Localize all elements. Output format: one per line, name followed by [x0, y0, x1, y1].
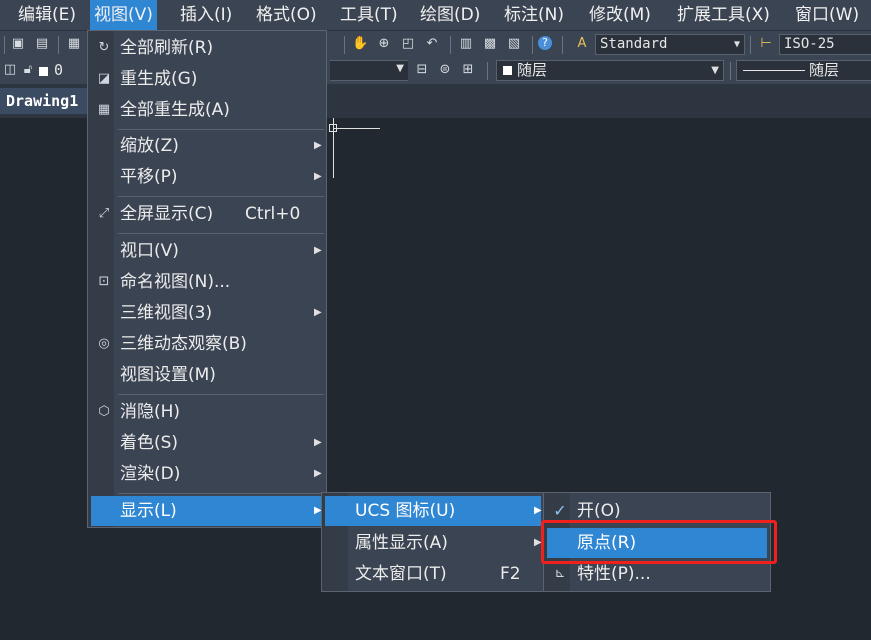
layer-previous-icon[interactable]: ⊟	[414, 62, 430, 78]
menu-item-attribute-display[interactable]: 属性显示(A) ▶	[322, 528, 544, 558]
dim-style-value: ISO-25	[784, 36, 835, 52]
layer-combo[interactable]: ▼	[330, 60, 408, 81]
zoom-previous-icon[interactable]: ↶	[424, 36, 440, 52]
submenu-arrow-icon: ▶	[314, 140, 322, 151]
named-view-icon: ⊡	[98, 274, 110, 289]
menu-bar: 编辑(E) 视图(V) 插入(I) 格式(O) 工具(T) 绘图(D) 标注(N…	[0, 0, 871, 30]
menu-item-shade[interactable]: 着色(S) ▶	[88, 428, 326, 458]
menu-item-view-settings[interactable]: 视图设置(M)	[88, 360, 326, 390]
layer-name[interactable]: 0	[54, 61, 63, 80]
menu-insert[interactable]: 插入(I)	[176, 0, 236, 30]
zoom-realtime-icon[interactable]: ⊕	[376, 36, 392, 52]
view-menu: ↻ 全部刷新(R) ◪ 重生成(G) ▦ 全部重生成(A) 缩放(Z) ▶ 平移…	[87, 30, 327, 528]
toolbar-separator	[58, 36, 59, 54]
color-combo[interactable]: 随层 ▼	[496, 60, 724, 81]
regen-icon: ◪	[97, 71, 111, 86]
text-style-value: Standard	[600, 36, 668, 52]
chevron-down-icon: ▼	[396, 63, 404, 74]
menu-item-regen-all[interactable]: ▦ 全部重生成(A)	[88, 95, 326, 125]
menu-separator	[118, 196, 324, 197]
layer-freeze-icon[interactable]: ◫	[2, 62, 18, 78]
crosshair-horizontal	[333, 128, 380, 129]
menu-item-3d-views[interactable]: 三维视图(3) ▶	[88, 298, 326, 328]
toolbar-separator	[450, 36, 451, 54]
toolbar-separator	[487, 62, 488, 80]
menu-draw[interactable]: 绘图(D)	[416, 0, 484, 30]
menu-item-regen-refresh[interactable]: ↻ 全部刷新(R)	[88, 33, 326, 63]
crosshair-pickbox	[329, 124, 337, 132]
menu-dimension[interactable]: 标注(N)	[500, 0, 568, 30]
tool-palette-icon[interactable]: ▧	[506, 36, 522, 52]
zoom-window-icon[interactable]: ◰	[400, 36, 416, 52]
toolbar-separator	[562, 36, 563, 54]
display-submenu: UCS 图标(U) ▶ 属性显示(A) ▶ 文本窗口(T) F2	[321, 492, 545, 592]
menu-extensions[interactable]: 扩展工具(X)	[673, 0, 774, 30]
menu-item-named-views[interactable]: ⊡ 命名视图(N)...	[88, 267, 326, 297]
toolbar-separator	[344, 36, 345, 54]
checkmark-icon: ✓	[553, 501, 567, 520]
toolbar-separator	[750, 36, 751, 54]
menu-item-pan[interactable]: 平移(P) ▶	[88, 162, 326, 192]
submenu-arrow-icon: ▶	[314, 468, 322, 479]
toolbar-separator	[730, 62, 731, 80]
menu-item-regen[interactable]: ◪ 重生成(G)	[88, 64, 326, 94]
menu-item-text-window[interactable]: 文本窗口(T) F2	[322, 559, 544, 589]
layer-isolate-icon[interactable]: ⊞	[460, 62, 476, 78]
menu-item-render[interactable]: 渲染(D) ▶	[88, 459, 326, 489]
menu-format[interactable]: 格式(O)	[252, 0, 321, 30]
menu-modify[interactable]: 修改(M)	[585, 0, 655, 30]
text-style-combo[interactable]: Standard ▼	[595, 34, 745, 55]
highlight-box	[541, 520, 777, 564]
menu-item-viewports[interactable]: 视口(V) ▶	[88, 236, 326, 266]
pan-hand-icon[interactable]: ✋	[352, 36, 368, 52]
submenu-arrow-icon: ▶	[314, 307, 322, 318]
toolbar-separator	[4, 36, 5, 54]
save-icon[interactable]: ▣	[10, 36, 26, 52]
menu-separator	[118, 394, 324, 395]
layer-match-icon[interactable]: ⊜	[437, 62, 453, 78]
help-icon[interactable]: ?	[538, 36, 552, 50]
menu-separator	[118, 493, 324, 494]
refresh-icon: ↻	[98, 40, 110, 55]
ucs-properties-icon: ⊾	[554, 566, 566, 581]
hide-icon: ⬡	[98, 404, 110, 419]
submenu-arrow-icon: ▶	[314, 437, 322, 448]
color-swatch	[503, 66, 512, 75]
dim-style-icon: ⊢	[760, 36, 772, 51]
linetype-combo[interactable]: 随层	[736, 60, 871, 81]
design-center-icon[interactable]: ▩	[482, 36, 498, 52]
menu-view[interactable]: 视图(V)	[90, 0, 157, 30]
submenu-arrow-icon: ▶	[314, 245, 322, 256]
menu-separator	[118, 233, 324, 234]
menu-edit[interactable]: 编辑(E)	[14, 0, 80, 30]
save-all-icon[interactable]: ▤	[34, 36, 50, 52]
menu-tools[interactable]: 工具(T)	[336, 0, 402, 30]
shortcut-label: F2	[500, 564, 521, 584]
print-icon[interactable]: ▦	[66, 36, 82, 52]
chevron-down-icon: ▼	[733, 39, 740, 50]
text-style-icon: A	[577, 36, 587, 51]
dim-style-combo[interactable]: ISO-25	[779, 34, 871, 55]
regen-all-icon: ▦	[97, 102, 111, 117]
linetype-sample	[743, 70, 805, 71]
menu-item-hide[interactable]: ⬡ 消隐(H)	[88, 397, 326, 427]
shortcut-label: Ctrl+0	[245, 204, 301, 224]
tab-drawing1[interactable]: Drawing1	[0, 88, 92, 114]
submenu-arrow-icon: ▶	[314, 171, 322, 182]
layer-color-swatch	[39, 67, 48, 76]
menu-separator	[118, 129, 324, 130]
menu-item-ucs-icon[interactable]: UCS 图标(U) ▶	[325, 496, 542, 526]
layer-lock-icon[interactable]: 🔓︎	[20, 62, 36, 78]
menu-item-zoom[interactable]: 缩放(Z) ▶	[88, 131, 326, 161]
orbit-icon: ◎	[98, 336, 110, 351]
menu-item-display[interactable]: 显示(L) ▶	[91, 496, 323, 526]
menu-item-fullscreen[interactable]: ⤢ 全屏显示(C) Ctrl+0	[88, 199, 326, 229]
properties-icon[interactable]: ▥	[458, 36, 474, 52]
fullscreen-icon: ⤢	[98, 206, 110, 221]
menu-window[interactable]: 窗口(W)	[791, 0, 863, 30]
chevron-down-icon: ▼	[711, 65, 719, 76]
menu-item-3d-orbit[interactable]: ◎ 三维动态观察(B)	[88, 329, 326, 359]
toolbar-separator	[532, 36, 533, 54]
